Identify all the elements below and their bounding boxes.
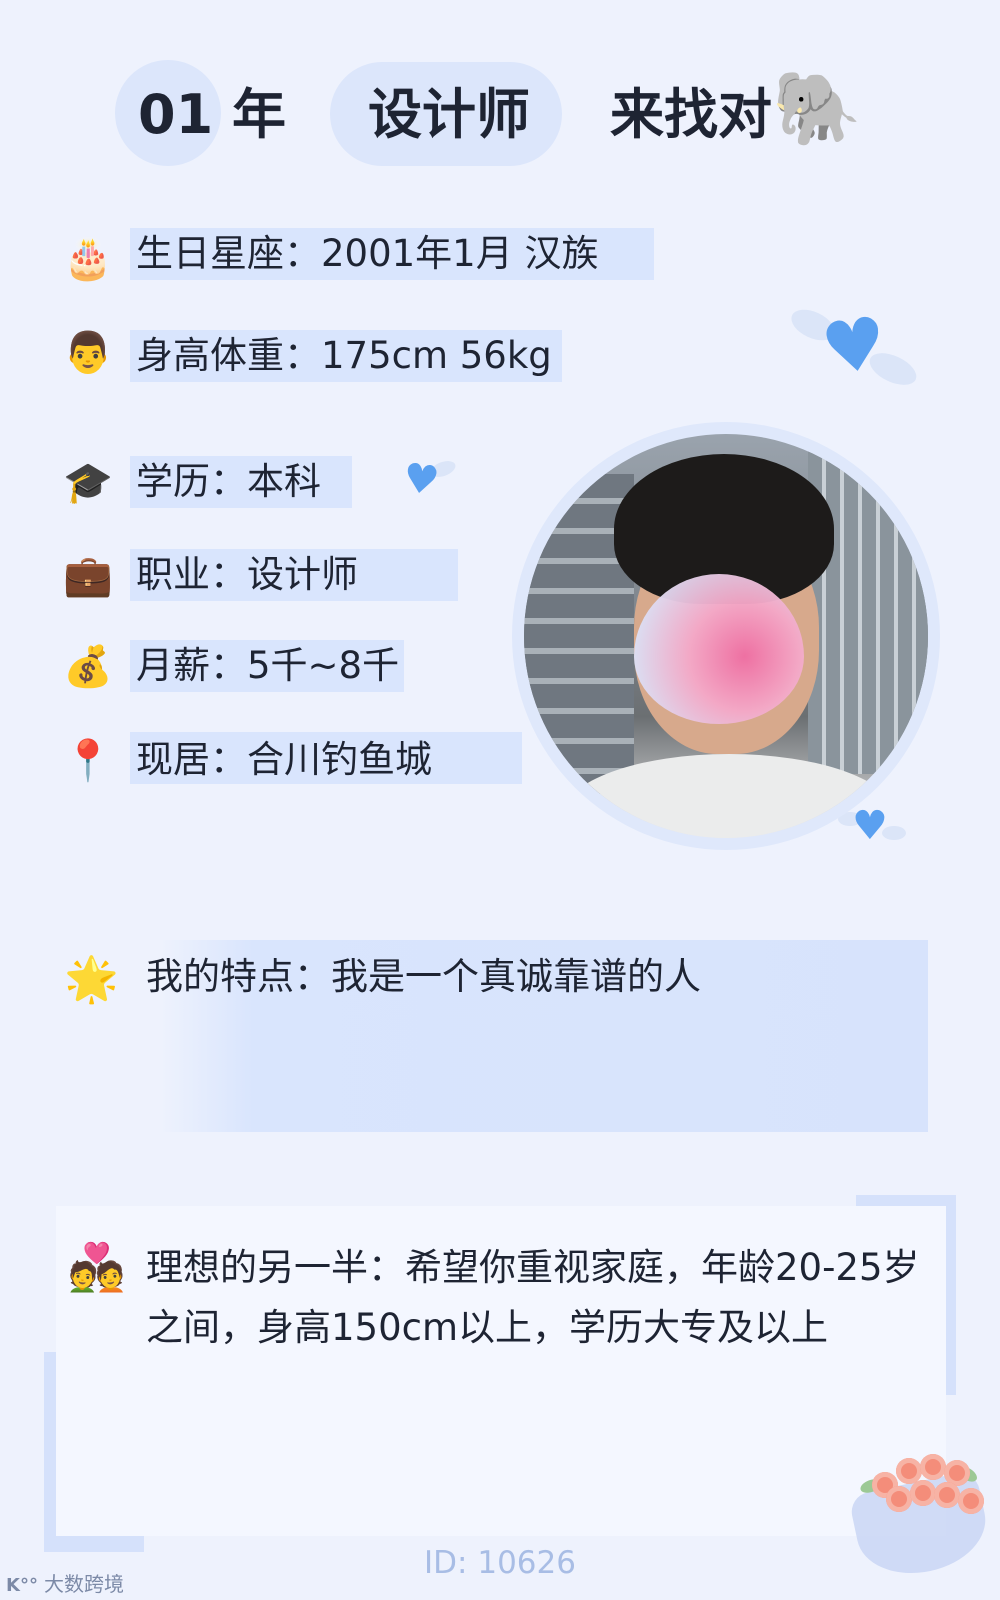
- slogan-text: 来找对: [610, 83, 772, 146]
- man-face-icon: 👨: [63, 329, 113, 376]
- year-number: 01: [138, 83, 214, 146]
- photo-building-right: [808, 444, 928, 774]
- info-row-text: 月薪：5千~8千: [136, 644, 400, 687]
- bouquet-flower: [958, 1488, 984, 1514]
- ideal-partner-text: 理想的另一半：希望你重视家庭，年龄20-25岁之间，身高150cm以上，学历大专…: [146, 1246, 920, 1349]
- trait-text: 我的特点：我是一个真诚靠谱的人: [146, 955, 701, 998]
- profile-id: ID: 10626: [424, 1545, 576, 1581]
- briefcase-icon: 💼: [63, 552, 113, 599]
- bouquet-flower: [934, 1482, 960, 1508]
- glowing-star-icon: 🌟: [64, 954, 119, 1005]
- money-bag-icon: 💰: [63, 643, 113, 690]
- watermark: K°° 大数跨境: [6, 1568, 124, 1597]
- info-row-text: 生日星座：2001年1月 汉族: [136, 232, 599, 275]
- info-row-text: 身高体重：175cm 56kg: [136, 334, 552, 377]
- graduation-cap-icon: 🎓: [63, 459, 113, 506]
- profile-photo: [524, 434, 928, 838]
- location-pin-icon: 📍: [63, 737, 113, 784]
- info-row-text: 现居：合川钓鱼城: [136, 738, 432, 781]
- info-row-text: 职业：设计师: [136, 553, 358, 596]
- blue-heart-icon: ♥: [399, 454, 442, 506]
- elephant-icon: 🐘: [772, 66, 862, 150]
- blue-heart-icon: ♥: [816, 299, 893, 393]
- year-unit: 年: [232, 83, 286, 146]
- info-row-text: 学历：本科: [136, 460, 321, 503]
- watermark-text: 大数跨境: [43, 1572, 124, 1596]
- bouquet-flower: [910, 1480, 936, 1506]
- bouquet-flower: [886, 1486, 912, 1512]
- bouquet-flower: [920, 1454, 946, 1480]
- occupation-title: 设计师: [368, 83, 530, 146]
- couple-heart-icon: 💑: [68, 1240, 126, 1294]
- watermark-logo: K°°: [6, 1575, 38, 1596]
- birthday-cake-icon: 🎂: [63, 235, 113, 282]
